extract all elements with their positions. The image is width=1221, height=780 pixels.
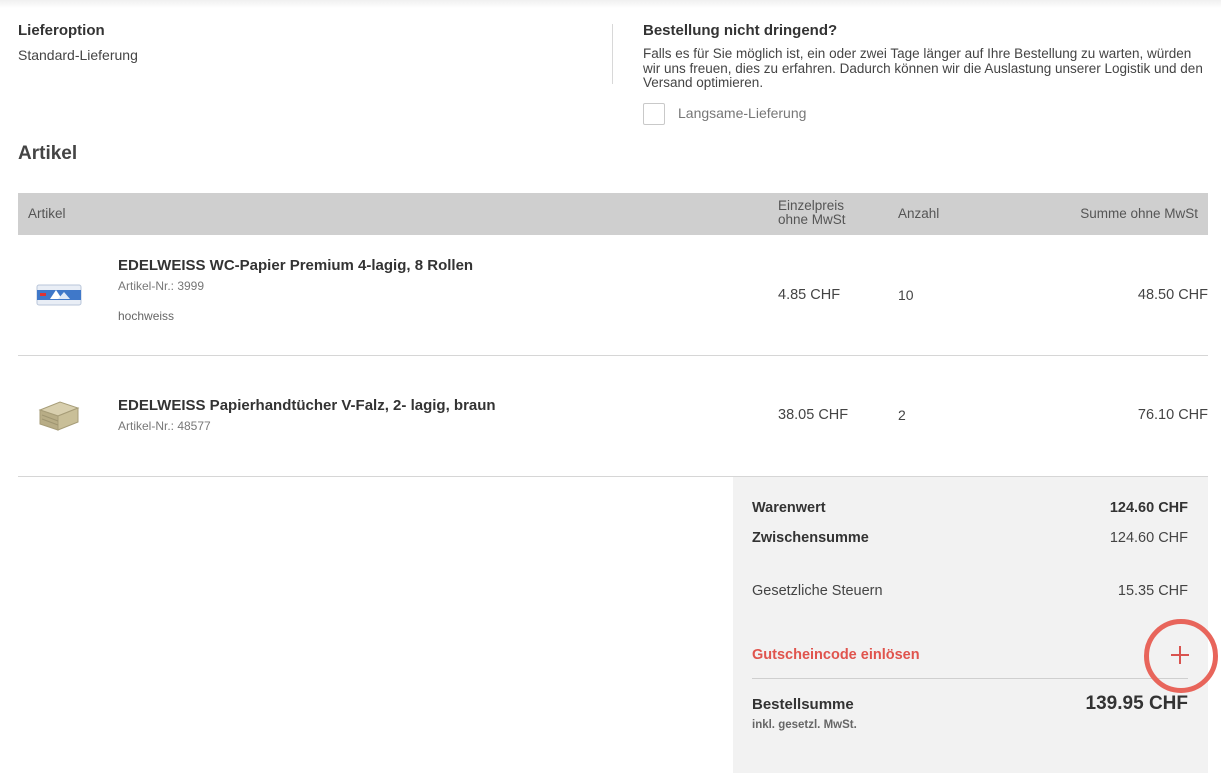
order-summary-panel: Warenwert 124.60 CHF Zwischensumme 124.6… xyxy=(733,477,1208,773)
order-total-label: Bestellsumme xyxy=(752,696,854,713)
taxes-value: 15.35 CHF xyxy=(1117,583,1188,599)
product-quantity: 10 xyxy=(898,287,914,303)
slow-delivery-checkbox[interactable] xyxy=(643,103,665,125)
product-name[interactable]: EDELWEISS WC-Papier Premium 4-lagig, 8 R… xyxy=(118,257,473,274)
delivery-option-title: Lieferoption xyxy=(18,22,105,39)
product-article-number: Artikel-Nr.: 3999 xyxy=(118,279,205,293)
slow-delivery-text: Falls es für Sie möglich ist, ein oder z… xyxy=(643,46,1203,90)
product-variant: hochweiss xyxy=(118,309,175,323)
summary-divider xyxy=(752,678,1188,679)
column-header-unit-price: Einzelpreis ohne MwSt xyxy=(778,199,846,227)
product-unit-price: 4.85 CHF xyxy=(778,287,841,303)
plus-icon[interactable] xyxy=(1168,643,1192,667)
table-row: EDELWEISS Papierhandtücher V-Falz, 2- la… xyxy=(18,356,1208,477)
subtotal-label: Zwischensumme xyxy=(752,530,869,546)
column-header-unit-price-line2: ohne MwSt xyxy=(778,212,846,227)
voucher-toggle-link[interactable]: Gutscheincode einlösen xyxy=(752,647,920,663)
paper-towel-stack-icon xyxy=(38,401,80,431)
taxes-label: Gesetzliche Steuern xyxy=(752,583,883,599)
articles-table-header: Artikel Einzelpreis ohne MwSt Anzahl Sum… xyxy=(18,193,1208,235)
delivery-option-value: Standard-Lieferung xyxy=(18,47,138,63)
product-sum: 76.10 CHF xyxy=(1137,407,1208,423)
slow-delivery-title: Bestellung nicht dringend? xyxy=(643,22,838,39)
column-header-unit-price-line1: Einzelpreis xyxy=(778,198,845,213)
table-row: EDELWEISS WC-Papier Premium 4-lagig, 8 R… xyxy=(18,235,1208,356)
vertical-divider xyxy=(612,24,613,84)
slow-delivery-checkbox-label[interactable]: Langsame-Lieferung xyxy=(678,105,806,121)
goods-value: 124.60 CHF xyxy=(1109,500,1188,516)
product-name[interactable]: EDELWEISS Papierhandtücher V-Falz, 2- la… xyxy=(118,397,496,414)
product-unit-price: 38.05 CHF xyxy=(778,407,849,423)
column-header-sum: Summe ohne MwSt xyxy=(1080,206,1198,221)
column-header-article: Artikel xyxy=(28,206,66,221)
product-quantity: 2 xyxy=(898,407,906,423)
goods-value-label: Warenwert xyxy=(752,500,826,516)
order-total-value: 139.95 CHF xyxy=(1085,693,1188,714)
product-article-number: Artikel-Nr.: 48577 xyxy=(118,419,211,433)
toilet-paper-pack-icon xyxy=(36,284,82,306)
top-shadow xyxy=(0,0,1221,8)
articles-section-title: Artikel xyxy=(18,143,78,164)
order-total-tax-note: inkl. gesetzl. MwSt. xyxy=(752,719,857,731)
column-header-quantity: Anzahl xyxy=(898,206,940,221)
product-sum: 48.50 CHF xyxy=(1137,287,1208,303)
subtotal-value: 124.60 CHF xyxy=(1109,530,1188,546)
